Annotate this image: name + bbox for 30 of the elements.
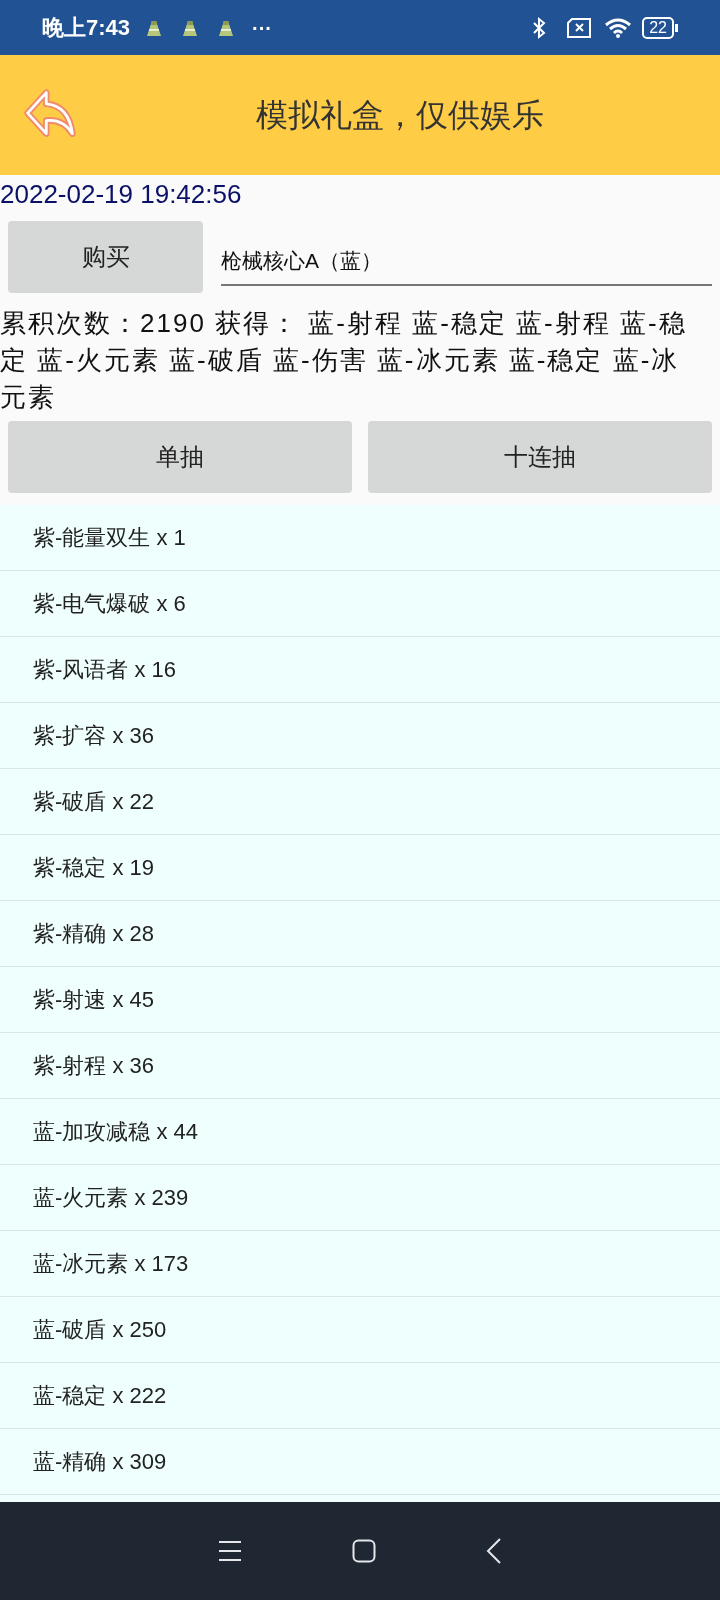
list-item[interactable]: 紫-精确 x 28 — [0, 901, 720, 967]
draw-button[interactable]: 十连抽 — [368, 421, 712, 493]
list-item[interactable]: 紫-扩容 x 36 — [0, 703, 720, 769]
result-text: 累积次数：2190 获得： 蓝-射程 蓝-稳定 蓝-射程 蓝-稳定 蓝-火元素 蓝-破盾 蓝-伤害 蓝-冰元素 蓝-稳定 蓝-冰元素 — [0, 307, 688, 414]
battery-indicator: 22 — [642, 16, 674, 39]
list-item[interactable]: 紫-稳定 x 19 — [0, 835, 720, 901]
list-item[interactable]: 蓝-火元素 x 239 — [0, 1165, 720, 1231]
no-sim-icon — [566, 17, 593, 38]
list-item[interactable]: 蓝-冰元素 x 173 — [0, 1231, 720, 1297]
list-item[interactable]: 蓝-加攻减稳 x 44 — [0, 1099, 720, 1165]
timestamp: 2022-02-19 19:42:56 — [0, 178, 243, 211]
back-icon[interactable] — [486, 1538, 502, 1564]
item-field[interactable]: 枪械核心A（蓝） — [221, 238, 712, 286]
list-item[interactable]: 紫-射程 x 36 — [0, 1033, 720, 1099]
menu-icon[interactable] — [218, 1540, 242, 1562]
list-item[interactable]: 紫-电气爆破 x 6 — [0, 571, 720, 637]
draw-button[interactable]: 单抽 — [8, 421, 352, 493]
buy-button[interactable]: 购买 — [8, 221, 203, 293]
list-item[interactable]: 紫-破盾 x 22 — [0, 769, 720, 835]
wifi-icon — [604, 16, 633, 39]
home-icon[interactable] — [352, 1539, 376, 1563]
status-time: 晚上7:43 — [42, 14, 131, 42]
header-title: 模拟礼盒，仅供娱乐 — [256, 96, 544, 135]
list-item[interactable]: 紫-射速 x 45 — [0, 967, 720, 1033]
more-indicator: ··· — [252, 15, 273, 41]
list-item[interactable]: 蓝-精确 x 309 — [0, 1429, 720, 1495]
list-item[interactable]: 紫-风语者 x 16 — [0, 637, 720, 703]
list-item[interactable]: 蓝-破盾 x 250 — [0, 1297, 720, 1363]
list-item[interactable]: 蓝-稳定 x 222 — [0, 1363, 720, 1429]
list-item[interactable]: 紫-能量双生 x 1 — [0, 505, 720, 571]
